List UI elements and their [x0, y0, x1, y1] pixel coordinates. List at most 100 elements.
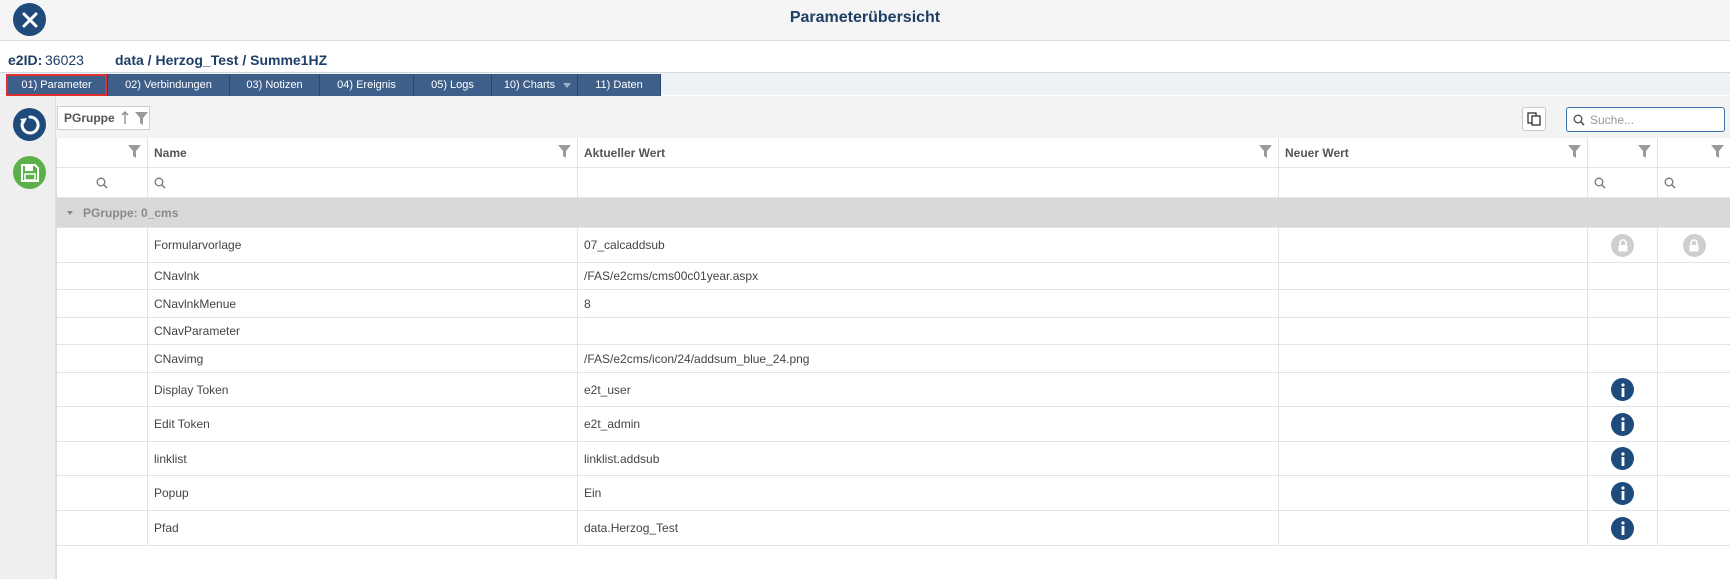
param-new-value[interactable] — [1279, 511, 1588, 545]
search-icon — [1594, 177, 1606, 189]
table-row[interactable]: CNavlnk /FAS/e2cms/cms00c01year.aspx — [57, 263, 1730, 290]
tab-label: 02) Verbindungen — [125, 79, 212, 91]
param-name: CNavlnkMenue — [148, 290, 578, 317]
tab-daten[interactable]: 11) Daten — [578, 74, 661, 96]
column-header-new-value[interactable]: Neuer Wert — [1279, 138, 1588, 167]
filter-icon[interactable] — [1259, 145, 1272, 158]
param-name: Popup — [148, 476, 578, 510]
group-header: PGruppe: 0_cms — [57, 198, 1730, 227]
row-action-b — [1658, 318, 1730, 344]
info-icon[interactable] — [1611, 516, 1634, 540]
column-filter-input[interactable] — [578, 168, 1279, 197]
param-current-value: Ein — [578, 476, 1279, 510]
column-header-action-b[interactable] — [1658, 138, 1730, 167]
param-name: Edit Token — [148, 407, 578, 441]
chevron-down-icon[interactable] — [563, 83, 571, 88]
param-new-value[interactable] — [1279, 407, 1588, 441]
row-action-a — [1588, 373, 1658, 406]
lock-icon[interactable] — [1611, 233, 1634, 257]
row-action-b — [1658, 373, 1730, 406]
param-current-value: data.Herzog_Test — [578, 511, 1279, 545]
row-spacer — [57, 290, 148, 317]
tab-notizen[interactable]: 03) Notizen — [230, 74, 320, 96]
table-row[interactable]: CNavlnkMenue 8 — [57, 290, 1730, 318]
group-by-chip[interactable]: PGruppe — [57, 106, 150, 130]
filter-icon[interactable] — [134, 111, 148, 125]
table-row[interactable]: Pfad data.Herzog_Test — [57, 511, 1730, 546]
row-action-b — [1658, 345, 1730, 372]
row-spacer — [57, 263, 148, 289]
refresh-icon — [19, 114, 40, 134]
param-name: Display Token — [148, 373, 578, 406]
grid-toolbar: PGruppe — [56, 96, 1730, 138]
param-new-value[interactable] — [1279, 318, 1588, 344]
param-new-value[interactable] — [1279, 290, 1588, 317]
column-header-action-a[interactable] — [1588, 138, 1658, 167]
column-filter-input[interactable] — [1658, 168, 1730, 197]
filter-icon[interactable] — [1568, 145, 1581, 158]
table-row[interactable]: Display Token e2t_user — [57, 373, 1730, 407]
param-new-value[interactable] — [1279, 228, 1588, 262]
param-new-value[interactable] — [1279, 442, 1588, 475]
filter-icon[interactable] — [1711, 145, 1724, 158]
row-action-b — [1658, 476, 1730, 510]
param-new-value[interactable] — [1279, 345, 1588, 372]
info-icon[interactable] — [1611, 447, 1634, 470]
row-action-a — [1588, 263, 1658, 289]
search-input[interactable] — [1590, 112, 1720, 127]
column-filter-input[interactable] — [57, 168, 148, 197]
action-rail — [0, 96, 56, 579]
column-header-empty[interactable] — [57, 138, 148, 167]
group-label: PGruppe: 0_cms — [83, 205, 179, 220]
info-icon[interactable] — [1611, 412, 1634, 436]
table-row[interactable]: CNavParameter — [57, 318, 1730, 345]
param-new-value[interactable] — [1279, 263, 1588, 289]
table-row[interactable]: Popup Ein — [57, 476, 1730, 511]
tab-parameter[interactable]: 01) Parameter — [6, 74, 108, 96]
column-header-label: Neuer Wert — [1285, 145, 1349, 160]
param-new-value[interactable] — [1279, 476, 1588, 510]
param-new-value[interactable] — [1279, 373, 1588, 406]
column-header-name[interactable]: Name — [148, 138, 578, 167]
column-header-current-value[interactable]: Aktueller Wert — [578, 138, 1279, 167]
tab-label: 05) Logs — [431, 79, 474, 91]
tab-ereignis[interactable]: 04) Ereignis — [320, 74, 414, 96]
refresh-button[interactable] — [13, 108, 46, 141]
table-row[interactable]: Formularvorlage 07_calcaddsub — [57, 228, 1730, 263]
filter-icon[interactable] — [128, 145, 141, 158]
row-spacer — [57, 511, 148, 545]
column-filter-input[interactable] — [1279, 168, 1588, 197]
row-spacer — [57, 476, 148, 510]
filter-icon[interactable] — [1638, 145, 1651, 158]
table-row[interactable]: Edit Token e2t_admin — [57, 407, 1730, 442]
tab-verbindungen[interactable]: 02) Verbindungen — [108, 74, 230, 96]
row-action-a — [1588, 442, 1658, 475]
search-icon — [96, 177, 108, 189]
collapse-icon[interactable] — [67, 210, 73, 215]
lock-icon[interactable] — [1682, 233, 1706, 257]
row-spacer — [57, 442, 148, 475]
sort-up-icon[interactable] — [121, 111, 129, 125]
tab-logs[interactable]: 05) Logs — [414, 74, 492, 96]
table-row[interactable]: linklist linklist.addsub — [57, 442, 1730, 476]
save-button[interactable] — [13, 156, 46, 189]
filter-icon[interactable] — [558, 145, 571, 158]
row-action-b — [1658, 407, 1730, 441]
row-spacer — [57, 407, 148, 441]
e2id-label: e2ID: — [8, 52, 43, 68]
info-icon[interactable] — [1611, 481, 1634, 505]
filter-row — [57, 168, 1730, 198]
floppy-disk-icon — [20, 163, 39, 182]
column-filter-input[interactable] — [148, 168, 578, 197]
export-button[interactable] — [1522, 107, 1546, 131]
row-action-a — [1588, 290, 1658, 317]
table-row[interactable]: CNavimg /FAS/e2cms/icon/24/addsum_blue_2… — [57, 345, 1730, 373]
group-row[interactable]: PGruppe: 0_cms — [57, 198, 1730, 228]
row-action-b — [1658, 442, 1730, 475]
row-action-b — [1658, 290, 1730, 317]
column-filter-input[interactable] — [1588, 168, 1658, 197]
info-icon[interactable] — [1611, 378, 1634, 401]
tab-charts[interactable]: 10) Charts — [492, 74, 578, 96]
row-action-a — [1588, 318, 1658, 344]
search-field[interactable] — [1566, 107, 1725, 132]
